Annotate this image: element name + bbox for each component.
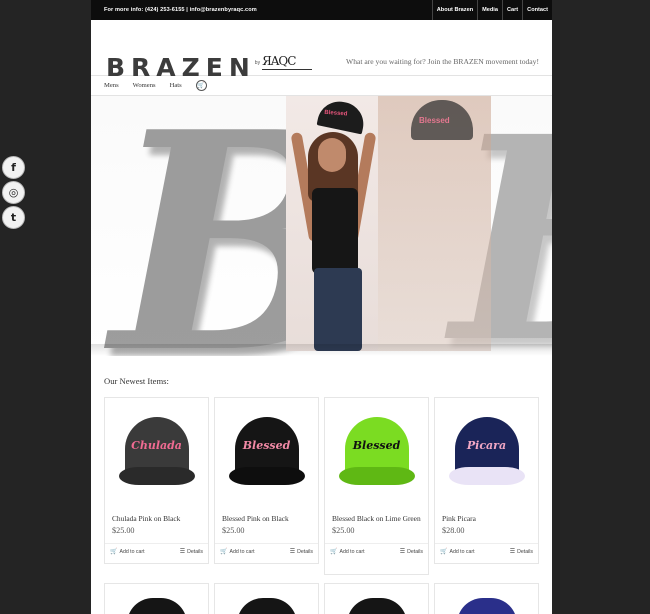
product-name[interactable]: Pink Picara [435, 504, 538, 524]
section-title: Our Newest Items: [104, 376, 169, 386]
logo-mark: ЯAQC [262, 54, 313, 72]
logo-by: by [254, 60, 261, 66]
brand-logo[interactable]: BRAZEN by ЯAQC [106, 53, 313, 82]
product-card[interactable]: Chulada Chulada Pink on Black $25.00 🛒 Ad… [104, 397, 209, 564]
list-icon: ☰ [509, 549, 516, 555]
nav-item-womens[interactable]: Womens [133, 82, 156, 89]
details-button[interactable]: ☰ Details [179, 548, 203, 556]
product-card[interactable] [104, 583, 209, 614]
top-bar: For more info: (424) 253-6155 | info@bra… [91, 0, 552, 20]
nav-item-hats[interactable]: Hats [170, 82, 182, 89]
product-price: $25.00 [222, 526, 245, 535]
product-card[interactable]: Blessed Blessed Pink on Black $25.00 🛒 Ad… [214, 397, 319, 564]
list-icon: ☰ [289, 549, 296, 555]
link-media[interactable]: Media [477, 0, 502, 20]
add-to-cart-button[interactable]: 🛒 Add to cart [440, 548, 475, 556]
product-image[interactable] [105, 584, 208, 614]
facebook-icon[interactable]: f [2, 156, 25, 179]
product-image[interactable] [325, 584, 428, 614]
cart-icon: 🛒 [220, 549, 228, 555]
list-icon: ☰ [399, 549, 406, 555]
link-about[interactable]: About Brazen [431, 0, 477, 20]
hero-banner: B B Blessed Blessed [91, 96, 552, 356]
product-image[interactable]: Chulada [105, 398, 208, 504]
product-image[interactable] [215, 584, 318, 614]
add-to-cart-button[interactable]: 🛒 Add to cart [330, 548, 365, 556]
product-price: $25.00 [332, 526, 355, 535]
social-links: f ◎ t [2, 156, 26, 231]
product-price: $28.00 [442, 526, 465, 535]
product-name[interactable]: Chulada Pink on Black [105, 504, 208, 524]
details-button[interactable]: ☰ Details [399, 548, 423, 556]
hero-model: Blessed [286, 96, 378, 351]
details-button[interactable]: ☰ Details [509, 548, 533, 556]
link-cart[interactable]: Cart [501, 0, 522, 20]
product-name[interactable]: Blessed Pink on Black [215, 504, 318, 524]
product-card[interactable]: Picara Pink Picara $28.00 🛒 Add to cart ☰… [434, 397, 539, 564]
nav-item-mens[interactable]: Mens [104, 82, 119, 89]
add-to-cart-button[interactable]: 🛒 Add to cart [110, 548, 145, 556]
list-icon: ☰ [179, 549, 186, 555]
product-card[interactable] [434, 583, 539, 614]
product-name[interactable]: Blessed Black on Lime Green [325, 504, 428, 524]
product-card[interactable]: Blessed Blessed Black on Lime Green $25.… [324, 397, 429, 575]
product-image[interactable] [435, 584, 538, 614]
top-links: About Brazen Media Cart Contact [431, 0, 552, 20]
product-card[interactable] [324, 583, 429, 614]
product-price: $25.00 [112, 526, 135, 535]
instagram-icon[interactable]: ◎ [2, 181, 25, 204]
cart-icon: 🛒 [440, 549, 448, 555]
product-image[interactable]: Blessed [215, 398, 318, 504]
product-image[interactable]: Blessed [325, 398, 428, 504]
product-image[interactable]: Picara [435, 398, 538, 504]
page-container: For more info: (424) 253-6155 | info@bra… [91, 0, 552, 614]
tagline: What are you waiting for? Join the BRAZE… [346, 57, 539, 66]
cart-icon: 🛒 [330, 549, 338, 555]
twitter-icon[interactable]: t [2, 206, 25, 229]
details-button[interactable]: ☰ Details [289, 548, 313, 556]
contact-info: For more info: (424) 253-6155 | info@bra… [104, 7, 257, 13]
logo-wordmark: BRAZEN [106, 53, 256, 82]
add-to-cart-button[interactable]: 🛒 Add to cart [220, 548, 255, 556]
product-card[interactable] [214, 583, 319, 614]
hero-cap: Blessed [316, 97, 368, 135]
cart-icon: 🛒 [110, 549, 118, 555]
site-header: BRAZEN by ЯAQC What are you waiting for?… [91, 20, 552, 80]
link-contact[interactable]: Contact [522, 0, 552, 20]
